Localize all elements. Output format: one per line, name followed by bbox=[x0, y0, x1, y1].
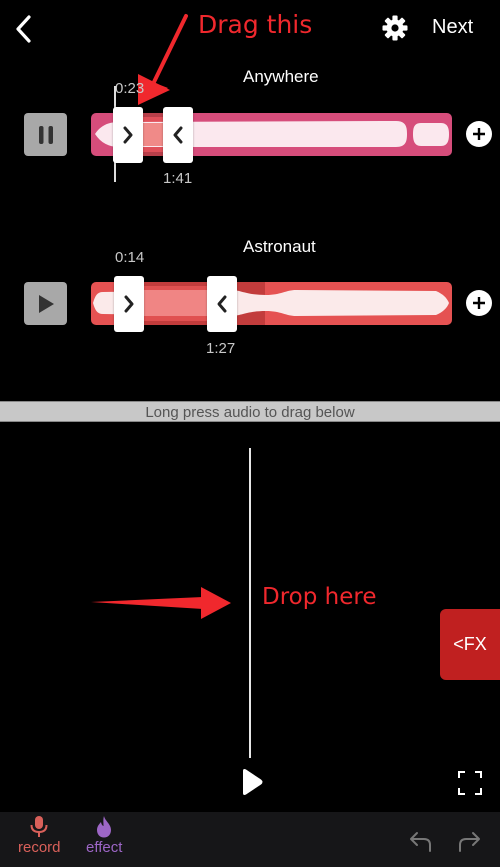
track-title: Astronaut bbox=[243, 237, 316, 256]
gear-icon bbox=[382, 15, 408, 41]
add-track-button[interactable] bbox=[466, 121, 492, 147]
flame-icon bbox=[97, 816, 112, 838]
tab-effect-label: effect bbox=[86, 839, 123, 856]
pause-button[interactable] bbox=[24, 113, 67, 156]
next-button[interactable]: Next bbox=[432, 16, 473, 39]
back-button[interactable] bbox=[10, 12, 38, 46]
add-track-button[interactable] bbox=[466, 290, 492, 316]
waveform-graphic bbox=[95, 113, 449, 156]
fullscreen-button[interactable] bbox=[458, 771, 482, 795]
chevron-left-icon bbox=[16, 15, 31, 43]
play-icon bbox=[38, 294, 54, 313]
drop-here-annotation: Drop here bbox=[262, 584, 377, 610]
pause-icon bbox=[38, 125, 53, 144]
start-time-label: 0:23 bbox=[115, 80, 145, 97]
plus-icon bbox=[473, 128, 485, 140]
waveform-graphic bbox=[93, 282, 449, 325]
tab-effect[interactable]: effect bbox=[86, 815, 122, 856]
plus-icon bbox=[473, 297, 485, 309]
tab-record-label: record bbox=[18, 839, 61, 856]
track-title: Anywhere bbox=[243, 67, 319, 86]
drop-arrow-annotation bbox=[91, 587, 231, 619]
undo-button[interactable] bbox=[408, 830, 434, 854]
chevron-right-icon bbox=[124, 295, 134, 313]
microphone-icon bbox=[30, 816, 48, 837]
chevron-right-icon bbox=[123, 126, 133, 144]
fx-panel-button[interactable]: <FX bbox=[440, 609, 500, 680]
settings-button[interactable] bbox=[381, 14, 409, 42]
timeline-play-button[interactable] bbox=[240, 768, 264, 796]
trim-start-handle[interactable] bbox=[113, 107, 143, 163]
play-icon bbox=[243, 769, 263, 795]
drag-this-annotation: Drag this bbox=[198, 10, 313, 39]
fullscreen-icon bbox=[458, 771, 482, 795]
redo-icon bbox=[459, 832, 480, 852]
track-waveform[interactable] bbox=[91, 113, 452, 156]
drag-hint-bar: Long press audio to drag below bbox=[0, 401, 500, 422]
trim-start-handle[interactable] bbox=[114, 276, 144, 332]
timeline-playhead[interactable] bbox=[249, 448, 251, 758]
tab-record[interactable]: record bbox=[18, 815, 61, 856]
track-waveform[interactable] bbox=[91, 282, 452, 325]
trim-end-handle[interactable] bbox=[163, 107, 193, 163]
end-time-label: 1:41 bbox=[163, 170, 193, 187]
trim-end-handle[interactable] bbox=[207, 276, 237, 332]
play-button[interactable] bbox=[24, 282, 67, 325]
chevron-left-icon bbox=[217, 295, 227, 313]
chevron-left-icon bbox=[173, 126, 183, 144]
end-time-label: 1:27 bbox=[206, 340, 236, 357]
start-time-label: 0:14 bbox=[115, 249, 145, 266]
undo-icon bbox=[410, 832, 431, 852]
redo-button[interactable] bbox=[456, 830, 482, 854]
